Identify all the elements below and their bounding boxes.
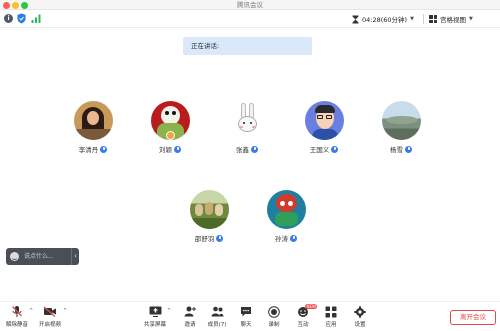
- interact-label: 互动: [297, 322, 309, 328]
- speaking-label: 正在讲话:: [191, 42, 220, 50]
- participant-name: 邵舒羽: [194, 235, 215, 243]
- unmute-button[interactable]: 解除静音: [2, 305, 32, 328]
- participant-avatar: [266, 190, 306, 229]
- share-options-caret[interactable]: ^: [167, 308, 171, 314]
- participant-name: 张鑫: [236, 146, 249, 154]
- chat-input[interactable]: [24, 250, 66, 263]
- participant-name: 杨雪: [390, 146, 403, 154]
- window-title-bar: 腾讯会议: [0, 0, 500, 10]
- chevron-down-icon: ▼: [469, 16, 473, 22]
- security-shield-icon[interactable]: [17, 13, 26, 24]
- add-user-icon: [184, 306, 196, 317]
- participant-name-row: 刘颖: [135, 144, 205, 154]
- participant-tile[interactable]: 张鑫: [212, 101, 282, 154]
- settings-button[interactable]: 设置: [345, 305, 375, 328]
- participant-name: 孙涛: [275, 235, 288, 243]
- participant-name-row: 杨雪: [366, 144, 436, 154]
- view-mode-switcher[interactable]: 宫格视图 ▼: [429, 13, 473, 25]
- participant-tile[interactable]: 李清丹: [58, 101, 128, 154]
- participant-tile[interactable]: 刘颖: [135, 101, 205, 154]
- participant-name: 王国义: [309, 146, 330, 154]
- meeting-toolbar: 解除静音 ^ 开启视频 ^ 共享屏幕 ^ 邀请 成员(7) 聊天 录制 NEW …: [0, 301, 500, 331]
- unmute-label: 解除静音: [5, 322, 28, 328]
- participant-tile[interactable]: 邵舒羽: [174, 190, 244, 243]
- participant-avatar: [304, 101, 344, 140]
- chat-quick-input: ‹: [6, 248, 79, 265]
- mic-muted-icon: [251, 145, 258, 153]
- mic-muted-icon: [290, 234, 297, 242]
- view-mode-label: 宫格视图: [440, 16, 466, 24]
- invite-button[interactable]: 邀请: [175, 305, 205, 328]
- network-signal-icon[interactable]: [31, 14, 41, 23]
- camera-off-icon: [43, 306, 56, 317]
- chat-label: 聊天: [240, 322, 252, 328]
- participant-name-row: 邵舒羽: [174, 233, 244, 243]
- settings-label: 设置: [354, 322, 366, 328]
- grid-view-icon: [429, 15, 437, 23]
- invite-label: 邀请: [184, 322, 196, 328]
- reaction-badge-icon: [166, 131, 175, 140]
- record-label: 录制: [268, 322, 280, 328]
- share-screen-label: 共享屏幕: [143, 322, 166, 328]
- chat-bubble-icon: [241, 307, 251, 317]
- participant-tile[interactable]: 王国义: [289, 101, 359, 154]
- infobar-divider: [423, 14, 424, 24]
- share-screen-icon: [149, 306, 161, 317]
- leave-meeting-button[interactable]: 离开会议: [450, 310, 496, 325]
- apps-button[interactable]: 应用: [316, 305, 346, 328]
- participant-avatar: [381, 101, 421, 140]
- window-title: 腾讯会议: [237, 1, 263, 9]
- participant-name-row: 孙涛: [251, 233, 321, 243]
- chevron-down-icon: ▼: [410, 16, 414, 22]
- start-video-label: 开启视频: [38, 322, 61, 328]
- apps-grid-icon: [325, 306, 337, 317]
- members-icon: [211, 306, 223, 317]
- audio-options-caret[interactable]: ^: [29, 308, 33, 314]
- interact-button[interactable]: NEW 互动: [288, 304, 318, 328]
- participant-tile[interactable]: 杨雪: [366, 101, 436, 154]
- participant-tile[interactable]: 孙涛: [251, 190, 321, 243]
- record-button[interactable]: 录制: [259, 305, 289, 328]
- video-options-caret[interactable]: ^: [63, 308, 67, 314]
- participant-name: 李清丹: [78, 146, 99, 154]
- start-video-button[interactable]: 开启视频: [35, 305, 65, 328]
- participant-avatar: [189, 190, 229, 229]
- participant-name-row: 李清丹: [58, 144, 128, 154]
- chat-button[interactable]: 聊天: [231, 305, 261, 328]
- mic-muted-icon: [405, 145, 412, 153]
- microphone-muted-icon: [12, 306, 22, 317]
- participant-avatar: [227, 101, 267, 140]
- mic-muted-icon: [100, 145, 108, 153]
- mic-muted-icon: [216, 234, 224, 242]
- meeting-timer-text: 04:28(60分钟): [362, 16, 408, 24]
- hourglass-icon: [352, 15, 359, 23]
- apps-label: 应用: [325, 322, 337, 328]
- participant-avatar: [73, 101, 113, 140]
- participant-name-row: 王国义: [289, 144, 359, 154]
- mic-muted-icon: [174, 145, 181, 153]
- participant-name: 刘颖: [159, 146, 172, 154]
- emoji-icon[interactable]: [10, 252, 19, 261]
- mic-muted-icon: [331, 145, 339, 153]
- meeting-info-bar: i 04:28(60分钟) ▼ 宫格视图 ▼: [0, 10, 500, 28]
- share-screen-button[interactable]: 共享屏幕: [140, 305, 170, 328]
- participants-button[interactable]: 成员(7): [202, 305, 232, 328]
- gear-icon: [354, 305, 366, 318]
- record-icon: [268, 305, 280, 318]
- speaking-indicator-banner: 正在讲话:: [183, 37, 312, 55]
- meeting-timer[interactable]: 04:28(60分钟) ▼: [352, 13, 414, 25]
- meeting-info-icon[interactable]: i: [4, 14, 13, 23]
- participant-name-row: 张鑫: [212, 144, 282, 154]
- participants-label: 成员(7): [207, 322, 227, 328]
- chevron-left-icon[interactable]: ‹: [71, 248, 79, 265]
